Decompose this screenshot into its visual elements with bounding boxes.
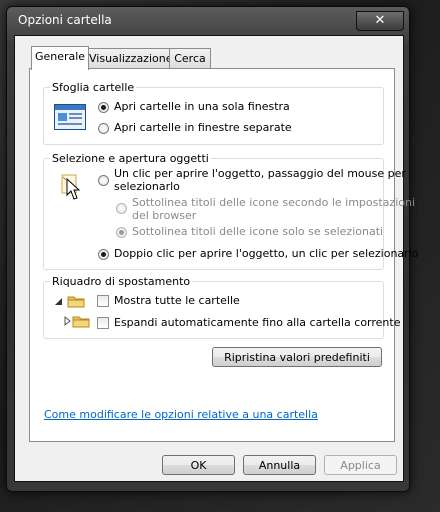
close-button[interactable]: ✕ <box>356 11 404 31</box>
collapsed-folder-icon <box>64 315 90 328</box>
help-link[interactable]: Come modificare le opzioni relative a un… <box>44 408 318 421</box>
browse-folders-group <box>43 87 384 145</box>
underline-hover-label: Sottolinea titoli delle icone solo se se… <box>132 225 384 238</box>
tab-generale[interactable]: Generale <box>31 46 89 70</box>
navigation-pane-label: Riquadro di spostamento <box>50 275 193 288</box>
tab-panel-generale: Sfoglia cartelle Apri cartelle in una so… <box>29 68 418 442</box>
radio-underline-browser[interactable] <box>116 203 127 214</box>
radio-double-click[interactable] <box>98 249 109 260</box>
ok-button[interactable]: OK <box>162 455 235 475</box>
auto-expand-checkbox[interactable] <box>97 317 109 329</box>
expanded-folder-icon <box>55 296 85 308</box>
open-same-window-label: Apri cartelle in una sola finestra <box>114 100 290 113</box>
radio-single-click[interactable] <box>98 175 109 186</box>
single-click-label-line2: selezionarlo <box>114 180 180 193</box>
open-separate-windows-label: Apri cartelle in finestre separate <box>114 121 292 134</box>
restore-defaults-button[interactable]: Ripristina valori predefiniti <box>212 347 382 367</box>
show-all-folders-label: Mostra tutte le cartelle <box>114 294 240 307</box>
radio-open-same-window[interactable] <box>98 102 109 113</box>
window-title: Opzioni cartella <box>18 13 112 27</box>
underline-browser-label-line1: Sottolinea titoli delle icone secondo le… <box>132 196 416 209</box>
double-click-label: Doppio clic per aprire l'oggetto, un cli… <box>114 247 419 260</box>
browse-folders-label: Sfoglia cartelle <box>50 81 137 94</box>
tab-cerca[interactable]: Cerca <box>169 48 211 69</box>
radio-underline-hover[interactable] <box>116 227 127 238</box>
radio-open-separate-windows[interactable] <box>98 123 109 134</box>
underline-browser-label-line2: del browser <box>132 209 197 222</box>
window-icon <box>54 104 86 130</box>
show-all-folders-checkbox[interactable] <box>97 295 109 307</box>
navigation-pane-group <box>43 281 384 339</box>
auto-expand-label: Espandi automaticamente fino alla cartel… <box>114 316 401 329</box>
tab-visualizzazione[interactable]: Visualizzazione <box>88 48 172 69</box>
pointer-click-icon <box>61 174 81 200</box>
cancel-button[interactable]: Annulla <box>243 455 316 475</box>
single-click-label-line1: Un clic per aprire l'oggetto, passaggio … <box>114 167 406 180</box>
click-items-label: Selezione e apertura oggetti <box>50 152 211 165</box>
apply-button[interactable]: Applica <box>324 455 397 475</box>
